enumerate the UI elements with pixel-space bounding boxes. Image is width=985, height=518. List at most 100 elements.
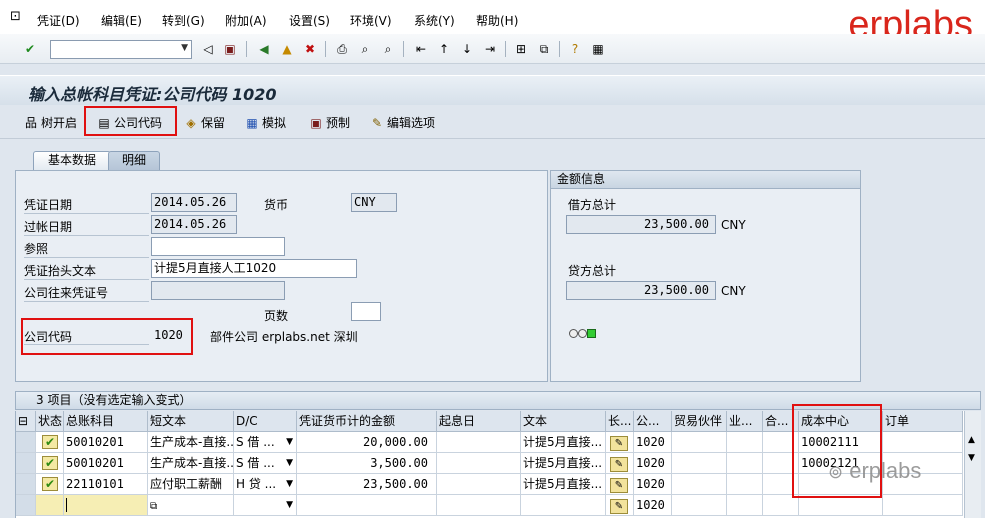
header-text-field[interactable]: 计提5月直接人工1020 [151,259,357,278]
col-business-area[interactable]: 业... [727,411,763,432]
cell-order[interactable] [883,495,963,516]
long-text-edit-icon[interactable]: ✎ [610,478,628,493]
cell-business-area[interactable] [727,432,763,453]
col-long-text[interactable]: 长... [606,411,634,432]
col-short-text[interactable]: 短文本 [148,411,234,432]
posting-date-field[interactable]: 2014.05.26 [151,215,237,234]
cell-company[interactable]: 1020 [634,474,672,495]
row-selector[interactable] [16,453,36,474]
col-value-date[interactable]: 起息日 [437,411,521,432]
col-trading-partner[interactable]: 贸易伙伴 [672,411,727,432]
row-selector[interactable] [16,432,36,453]
cell-gl-account[interactable]: 50010201 [64,453,148,474]
cell-amount[interactable] [297,495,437,516]
tab-basic-data[interactable]: 基本数据 [33,151,111,170]
cell-business-area[interactable] [727,453,763,474]
layout-menu-icon[interactable]: ▦ [590,41,606,57]
cell-business-area[interactable] [727,495,763,516]
scroll-down-icon[interactable]: ▼ [968,453,975,463]
tab-details[interactable]: 明细 [108,151,160,170]
cell-dc[interactable]: ▼ [234,495,297,516]
previous-page-icon[interactable]: ↑ [436,41,452,57]
cell-value-date[interactable] [437,432,521,453]
tree-on-button[interactable]: 品树开启 [24,114,77,131]
next-page-icon[interactable]: ↓ [459,41,475,57]
menu-extras[interactable]: 附加(A) [225,12,267,29]
doc-date-field[interactable]: 2014.05.26 [151,193,237,212]
find-next-icon[interactable]: ⌕ [380,41,396,57]
cell-text[interactable]: 计提5月直接... [521,474,606,495]
table-scrollbar[interactable]: ▲ ▼ [964,411,981,518]
scroll-up-icon[interactable]: ▲ [968,435,975,445]
exit-icon[interactable]: ▲ [279,41,295,57]
cell-gl-account[interactable]: 50010201 [64,432,148,453]
cell-trading-partner[interactable] [672,495,727,516]
editing-options-button[interactable]: ✎ 编辑选项 [370,114,435,131]
cell-text[interactable]: 计提5月直接... [521,453,606,474]
simulate-button[interactable]: ▦ 模拟 [245,114,286,131]
col-order[interactable]: 订单 [883,411,963,432]
cell-gl-account-input[interactable] [64,495,148,516]
cell-trading-partner[interactable] [672,474,727,495]
menu-environment[interactable]: 环境(V) [350,12,392,29]
new-session-icon[interactable]: ⊞ [513,41,529,57]
search-help-icon[interactable]: ⧉ [150,501,157,512]
chevron-down-icon[interactable]: ▼ [286,474,293,494]
col-debit-credit[interactable]: D/C [234,411,297,432]
col-gl-account[interactable]: 总账科目 [64,411,148,432]
col-status[interactable]: 状态 [36,411,64,432]
cell-long-text[interactable]: ✎ [606,495,634,516]
menu-document[interactable]: 凭证(D) [37,12,80,29]
print-icon[interactable]: ⎙ [334,41,350,57]
cell-value-date[interactable] [437,453,521,474]
cell-order[interactable] [883,432,963,453]
shortcut-icon[interactable]: ⧉ [536,41,552,57]
long-text-edit-icon[interactable]: ✎ [610,436,628,451]
command-field[interactable]: ▼ [50,40,192,59]
cell-long-text[interactable]: ✎ [606,474,634,495]
chevron-down-icon[interactable]: ▼ [286,495,293,515]
menu-goto[interactable]: 转到(G) [162,12,205,29]
row-selector[interactable] [16,474,36,495]
cell-company[interactable]: 1020 [634,495,672,516]
menu-help[interactable]: 帮助(H) [476,12,518,29]
cell-gl-account[interactable]: 22110101 [64,474,148,495]
cell-business-area[interactable] [727,474,763,495]
back-icon[interactable]: ◀ [256,41,272,57]
pages-field[interactable] [351,302,381,321]
help-icon[interactable]: ? [567,41,583,57]
cell-company[interactable]: 1020 [634,453,672,474]
cell-trading-partner[interactable] [672,453,727,474]
cell-amount[interactable]: 23,500.00 [297,474,437,495]
cell-dc[interactable]: S 借 ... ▼ [234,453,297,474]
menu-system[interactable]: 系统(Y) [414,12,455,29]
cell-value-date[interactable] [437,474,521,495]
cell-text[interactable] [521,495,606,516]
save-icon[interactable]: ▣ [222,41,238,57]
chevron-down-icon[interactable]: ▼ [286,453,293,473]
cell-dc[interactable]: H 贷 ... ▼ [234,474,297,495]
cell-cost-center[interactable] [799,495,883,516]
col-amount[interactable]: 凭证货币计的金额 [297,411,437,432]
sap-menu-icon[interactable]: ⊡ [10,9,21,24]
cell-long-text[interactable]: ✎ [606,432,634,453]
col-company[interactable]: 公... [634,411,672,432]
cancel-icon[interactable]: ✖ [302,41,318,57]
row-selector[interactable] [16,495,36,516]
park-button[interactable]: ▣ 预制 [309,114,350,131]
enter-check-icon[interactable]: ✔ [22,41,38,57]
long-text-edit-icon[interactable]: ✎ [610,457,628,472]
hold-button[interactable]: ◈ 保留 [184,114,225,131]
cell-consolidation[interactable] [763,495,799,516]
menu-settings[interactable]: 设置(S) [289,12,330,29]
cell-dc[interactable]: S 借 ... ▼ [234,432,297,453]
reference-field[interactable] [151,237,285,256]
back-nav-icon[interactable]: ◁ [200,41,216,57]
cell-text[interactable]: 计提5月直接... [521,432,606,453]
long-text-edit-icon[interactable]: ✎ [610,499,628,514]
cell-company[interactable]: 1020 [634,432,672,453]
first-page-icon[interactable]: ⇤ [413,41,429,57]
find-icon[interactable]: ⌕ [357,41,373,57]
cell-value-date[interactable] [437,495,521,516]
cell-long-text[interactable]: ✎ [606,453,634,474]
